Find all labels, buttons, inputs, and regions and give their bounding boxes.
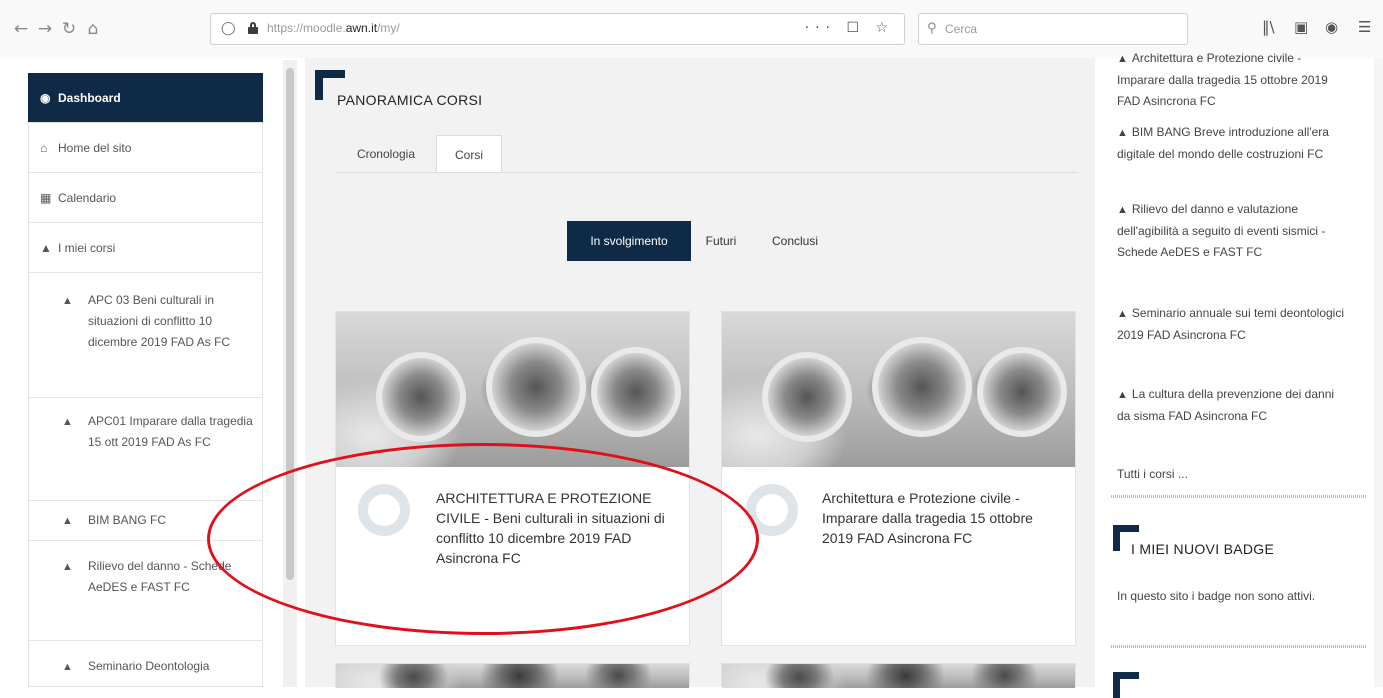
sidebar-item-my-courses[interactable]: ▲ I miei corsi [28, 223, 263, 273]
reload-icon[interactable]: ↻ [58, 18, 80, 40]
sidebar-item-calendar[interactable]: ▦ Calendario [28, 173, 263, 223]
graduation-cap-icon: ▲ [1117, 389, 1128, 401]
course-card-title[interactable]: Architettura e Protezione civile - Impar… [822, 488, 1067, 548]
graduation-cap-icon: ▲ [62, 561, 73, 573]
sidebar-course-apc03[interactable]: ▲ APC 03 Beni culturali in situazioni di… [28, 273, 263, 398]
filter-future-button[interactable]: Futuri [698, 221, 744, 261]
progress-value: 0% [766, 505, 778, 514]
block-divider [1111, 645, 1366, 648]
graduation-cap-icon: ▲ [62, 515, 73, 527]
course-card-image[interactable] [722, 664, 1075, 688]
home-icon[interactable]: ⌂ [82, 18, 104, 40]
menu-icon[interactable]: ☰ [1358, 18, 1371, 36]
graduation-cap-icon: ▲ [1117, 308, 1128, 320]
search-icon: ⚲ [927, 21, 937, 36]
tabs-divider [335, 172, 1077, 173]
right-course-link[interactable]: ▲ BIM BANG Breve introduzione all'era dig… [1117, 122, 1347, 165]
address-bar[interactable]: ◯ https://moodle.awn.it/my/ ··· ☐ ☆ [210, 13, 905, 45]
page-actions[interactable]: ··· ☐ ☆ [805, 20, 894, 36]
filter-in-progress-button[interactable]: In svolgimento [567, 221, 691, 261]
graduation-cap-icon: ▲ [1117, 204, 1128, 216]
graduation-cap-icon: ▲ [40, 241, 52, 255]
home-icon: ⌂ [40, 141, 48, 155]
graduation-cap-icon: ▲ [62, 295, 73, 307]
dashboard-icon: ◉ [40, 91, 51, 105]
badges-text: In questo sito i badge non sono attivi. [1117, 589, 1316, 603]
course-card-partial[interactable] [335, 663, 690, 688]
page-scrollbar[interactable] [1374, 58, 1383, 687]
tab-corsi[interactable]: Corsi [436, 135, 502, 173]
graduation-cap-icon: ▲ [62, 416, 73, 428]
library-icon[interactable]: ‖\ [1262, 18, 1275, 36]
search-bar[interactable]: ⚲ Cerca [918, 13, 1188, 45]
tab-cronologia[interactable]: Cronologia [340, 135, 432, 173]
right-course-link[interactable]: ▲ Seminario annuale sui temi deontologici… [1117, 303, 1347, 346]
filter-past-button[interactable]: Conclusi [756, 221, 834, 261]
right-course-link[interactable]: ▲ Rilievo del danno e valutazione dell'ag… [1117, 199, 1347, 263]
right-course-link[interactable]: ▲ Architettura e Protezione civile - Impa… [1117, 48, 1347, 112]
graduation-cap-icon: ▲ [62, 661, 73, 673]
sidebar-course-apc01[interactable]: ▲ APC01 Imparare dalla tragedia 15 ott 2… [28, 398, 263, 501]
course-card-image[interactable] [722, 312, 1075, 467]
forward-icon[interactable]: → [34, 18, 56, 40]
badges-title: I MIEI NUOVI BADGE [1131, 541, 1275, 557]
right-course-link[interactable]: ▲ La cultura della prevenzione dei danni … [1117, 384, 1347, 427]
block-title: PANORAMICA CORSI [337, 92, 483, 108]
graduation-cap-icon: ▲ [1117, 127, 1128, 139]
sidebar-item-dashboard[interactable]: ◉ Dashboard [28, 73, 263, 123]
course-card-partial[interactable] [721, 663, 1076, 688]
block-corner-decoration [1113, 672, 1139, 698]
red-annotation-ellipse [207, 443, 759, 635]
tracking-shield-icon[interactable]: ◯ [221, 21, 236, 36]
sidebar-course-seminario[interactable]: ▲ Seminario Deontologia [28, 641, 263, 687]
course-card[interactable]: 0% Architettura e Protezione civile - Im… [721, 311, 1076, 646]
extension-icon[interactable]: ◉ [1325, 18, 1338, 36]
search-placeholder: Cerca [945, 22, 978, 36]
url-text[interactable]: https://moodle.awn.it/my/ [267, 21, 400, 35]
graduation-cap-icon: ▲ [1117, 53, 1128, 65]
calendar-icon: ▦ [40, 191, 52, 205]
block-divider [1111, 495, 1366, 498]
lock-icon[interactable] [248, 22, 258, 34]
sidebar-toggle-icon[interactable]: ▣ [1294, 18, 1308, 36]
back-icon[interactable]: ← [10, 18, 32, 40]
all-courses-link[interactable]: Tutti i corsi ... [1117, 464, 1347, 485]
course-card-image[interactable] [336, 664, 689, 688]
sidebar-item-home[interactable]: ⌂ Home del sito [28, 123, 263, 173]
